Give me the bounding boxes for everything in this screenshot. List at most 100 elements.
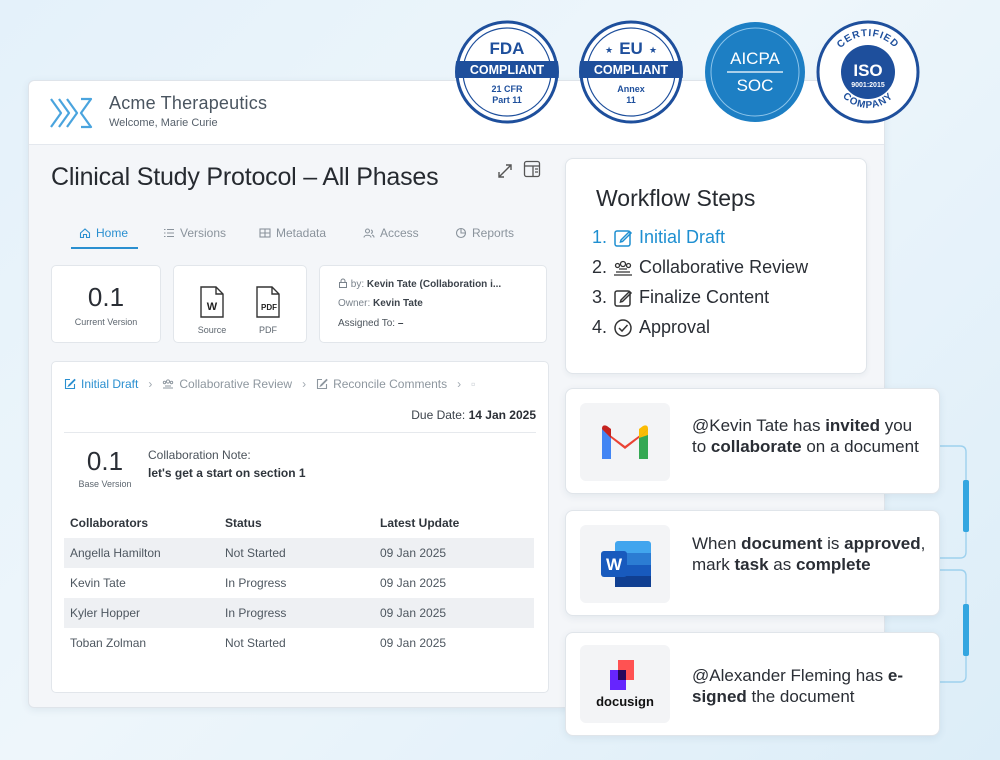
svg-text:★: ★ — [649, 45, 657, 55]
locked-by-value: Kevin Tate (Collaboration i... — [366, 279, 502, 290]
aicpa-soc-badge: AICPA SOC — [705, 22, 805, 122]
column-header: Latest Update — [380, 516, 460, 530]
divider — [64, 432, 536, 433]
word-icon: W — [601, 541, 651, 587]
check-circle-icon — [614, 318, 632, 337]
owner-value: Kevin Tate — [373, 298, 423, 309]
tab-label: Metadata — [276, 226, 327, 240]
assigned-line: Assigned To: – — [338, 318, 404, 329]
tab-versions[interactable]: Versions — [163, 219, 226, 247]
workflow-step-finalize-content[interactable]: 3. Finalize Content — [592, 287, 769, 308]
edit-icon — [614, 229, 633, 247]
workflow-steps-bar: Initial Draft › Collaborative Review › R… — [64, 374, 475, 394]
tab-metadata[interactable]: Metadata — [259, 219, 326, 247]
file-label: Source — [197, 325, 227, 335]
chevron-right-icon: › — [457, 377, 462, 391]
current-version-caption: Current Version — [74, 317, 138, 327]
svg-text:W: W — [207, 301, 218, 313]
notification-text: @Kevin Tate has invited you to collabora… — [692, 416, 919, 456]
svg-text:21 CFR: 21 CFR — [491, 84, 523, 94]
table-row[interactable]: Angella Hamilton Not Started 09 Jan 2025 — [64, 538, 534, 568]
list-icon — [164, 228, 174, 238]
table-row[interactable]: Toban Zolman Not Started 09 Jan 2025 — [64, 628, 534, 658]
pdf-file-icon: PDF — [256, 286, 280, 318]
svg-text:COMPLIANT: COMPLIANT — [470, 63, 545, 77]
notification-docusign[interactable]: docusign @Alexander Fleming has e-signed… — [565, 632, 940, 736]
word-icon-box: W — [580, 525, 670, 603]
file-label: PDF — [259, 325, 277, 335]
assigned-value: – — [397, 318, 404, 329]
svg-text:COMPLIANT: COMPLIANT — [594, 63, 669, 77]
column-header: Collaborators — [70, 516, 149, 530]
svg-text:★: ★ — [605, 45, 613, 55]
table-row[interactable]: Kyler Hopper In Progress 09 Jan 2025 — [64, 598, 534, 628]
svg-text:Annex: Annex — [617, 84, 645, 94]
tab-access[interactable]: Access — [363, 219, 419, 247]
svg-text:docusign: docusign — [596, 694, 654, 709]
column-header: Status — [225, 516, 262, 530]
notification-text: When document is approved, mark task as … — [692, 534, 926, 574]
edit-icon — [64, 378, 76, 390]
layout-icon[interactable] — [523, 160, 541, 178]
locked-by-line: by: Kevin Tate (Collaboration i... — [338, 278, 501, 290]
svg-text:FDA: FDA — [490, 39, 525, 58]
word-file-icon: W — [200, 286, 224, 318]
workflow-step-initial-draft[interactable]: 1. Initial Draft — [592, 227, 725, 248]
workflow-step-collaborative-review[interactable]: 2. Collaborative Review — [592, 257, 808, 278]
expand-icon[interactable] — [497, 163, 513, 179]
tab-reports[interactable]: Reports — [455, 219, 514, 247]
tab-home[interactable]: Home — [70, 219, 139, 249]
tab-label: Versions — [180, 226, 227, 240]
collab-note-text: let's get a start on section 1 — [148, 466, 306, 480]
table-row[interactable]: Kevin Tate In Progress 09 Jan 2025 — [64, 568, 534, 598]
faded-step-icon: ▫ — [471, 377, 476, 391]
svg-text:AICPA: AICPA — [730, 49, 780, 68]
docusign-icon: docusign — [596, 660, 654, 709]
home-icon — [79, 228, 91, 239]
current-version-card: 0.1 Current Version — [51, 265, 161, 343]
workflow-panel: Initial Draft › Collaborative Review › R… — [51, 361, 549, 693]
pdf-file-button[interactable]: PDF PDF — [250, 286, 286, 335]
workflow-steps-card: Workflow Steps 1. Initial Draft 2. Colla… — [565, 158, 867, 374]
source-file-button[interactable]: W Source — [194, 286, 230, 335]
iso-certified-badge: CERTIFIED COMPANY ISO 9001:2015 — [816, 20, 920, 124]
notification-text: @Alexander Fleming has e-signed the docu… — [692, 666, 903, 706]
chevron-right-icon: › — [302, 377, 307, 391]
collab-note-label: Collaboration Note: — [148, 448, 251, 462]
tab-label: Access — [380, 226, 419, 240]
svg-text:EU: EU — [619, 39, 643, 58]
welcome-text: Welcome, Marie Curie — [109, 117, 218, 129]
step-collaborative-review[interactable]: Collaborative Review — [162, 377, 292, 391]
lock-icon — [339, 278, 347, 288]
edit-icon — [317, 378, 328, 390]
due-date-value: 14 Jan 2025 — [468, 408, 536, 422]
owner-line: Owner: Kevin Tate — [338, 298, 423, 309]
svg-text:W: W — [606, 555, 623, 574]
workflow-steps-title: Workflow Steps — [596, 185, 756, 211]
svg-text:PDF: PDF — [261, 303, 277, 312]
notification-word[interactable]: W When document is approved, mark task a… — [565, 510, 940, 616]
svg-text:ISO: ISO — [853, 61, 882, 80]
files-card: W Source PDF PDF — [173, 265, 307, 343]
step-reconcile-comments[interactable]: Reconcile Comments — [316, 377, 447, 391]
svg-text:SOC: SOC — [737, 76, 774, 95]
due-date: Due Date: 14 Jan 2025 — [411, 408, 536, 422]
users-icon — [363, 228, 375, 238]
svg-text:Part 11: Part 11 — [492, 95, 522, 105]
gmail-icon-box — [580, 403, 670, 481]
eu-compliant-badge: ★ ★ EU COMPLIANT Annex 11 — [579, 20, 683, 124]
tab-label: Home — [96, 226, 129, 240]
workflow-step-approval[interactable]: 4. Approval — [592, 317, 710, 338]
fda-compliant-badge: FDA COMPLIANT 21 CFR Part 11 — [455, 20, 559, 124]
base-version-caption: Base Version — [78, 479, 132, 489]
svg-text:11: 11 — [626, 95, 636, 105]
notification-gmail[interactable]: @Kevin Tate has invited you to collabora… — [565, 388, 940, 494]
document-meta-card: by: Kevin Tate (Collaboration i... Owner… — [319, 265, 547, 343]
edit-icon — [614, 289, 633, 307]
step-initial-draft[interactable]: Initial Draft — [64, 377, 138, 391]
users-icon — [163, 379, 174, 389]
tab-label: Reports — [472, 226, 515, 240]
collaborators-table: Collaborators Status Latest Update Angel… — [64, 508, 534, 658]
docusign-icon-box: docusign — [580, 645, 670, 723]
svg-text:9001:2015: 9001:2015 — [851, 82, 885, 89]
